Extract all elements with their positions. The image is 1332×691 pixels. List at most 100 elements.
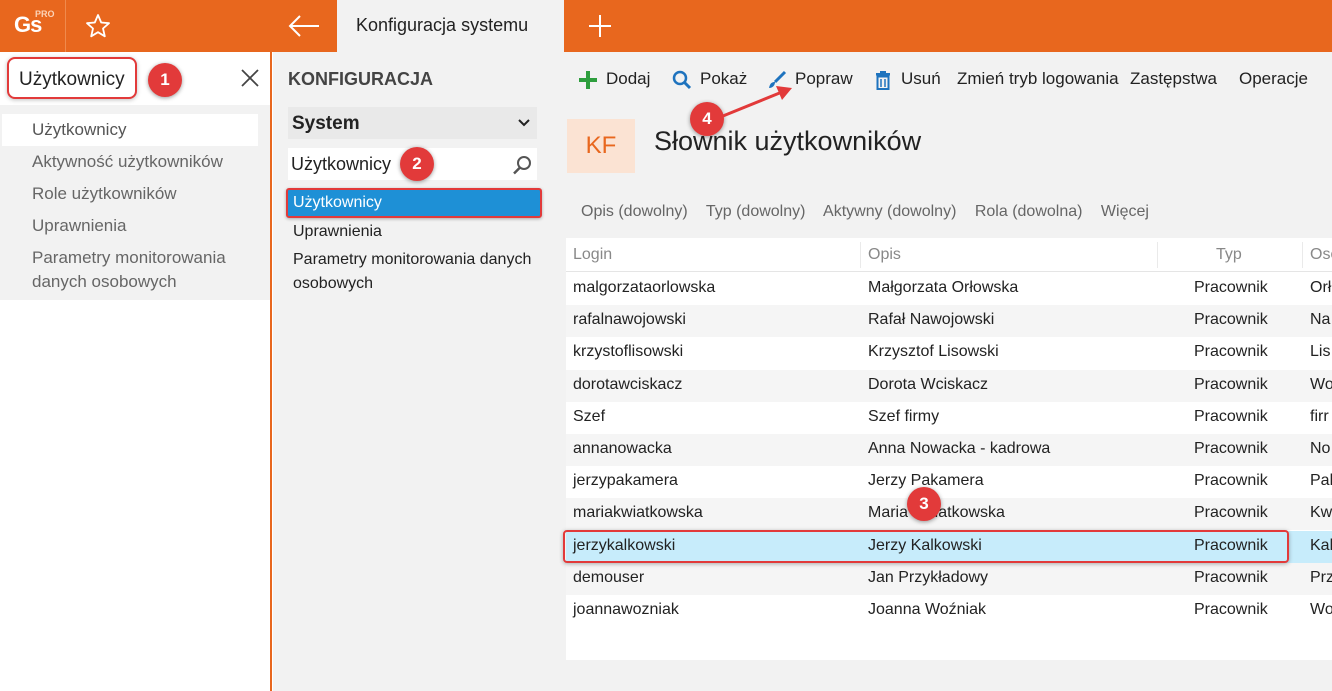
cell-login: krzystoflisowski: [573, 343, 684, 361]
close-icon[interactable]: [240, 68, 260, 88]
table-row[interactable]: dorotawciskacz Dorota Wciskacz Pracownik Wo: [566, 369, 1332, 402]
cell-oso: firr: [1310, 407, 1329, 425]
annotation-arrow-icon: [717, 86, 792, 120]
cell-opis: Krzysztof Lisowski: [868, 343, 999, 361]
cell-typ: Pracownik: [1194, 407, 1268, 425]
cell-login: mariakwiatkowska: [573, 504, 703, 522]
cell-oso: Orł: [1310, 279, 1332, 296]
dictionary-badge: KF: [567, 119, 635, 173]
magnifier-icon: [672, 70, 692, 89]
delete-button[interactable]: Usuń: [873, 66, 941, 92]
left-nav-item-aktywnosc[interactable]: Aktywność użytkowników: [0, 146, 270, 178]
cell-login: joannawozniak: [573, 601, 679, 618]
cell-oso: Na: [1310, 311, 1331, 329]
edit-button-label: Popraw: [795, 69, 853, 88]
annotation-badge-2: 2: [400, 147, 434, 181]
cell-login: Szef: [573, 407, 606, 425]
table-row[interactable]: rafalnawojowski Rafał Nawojowski Pracownik…: [566, 305, 1332, 338]
module-select[interactable]: System: [288, 107, 537, 139]
cell-login: dorotawciskacz: [573, 375, 683, 393]
delete-button-label: Usuń: [901, 69, 941, 88]
cell-oso: Wo: [1310, 375, 1332, 393]
cell-opis: Rafał Nawojowski: [868, 311, 995, 329]
left-nav-item-role[interactable]: Role użytkowników: [0, 178, 270, 210]
left-nav-item-uzytkownicy[interactable]: Użytkownicy: [2, 114, 258, 146]
config-tree-item-uzytkownicy[interactable]: Użytkownicy: [286, 188, 542, 218]
table-empty-area: [566, 660, 1332, 691]
cell-oso: Kw: [1310, 504, 1332, 522]
cell-typ: Pracownik: [1194, 472, 1268, 490]
search-icon[interactable]: [511, 154, 533, 176]
column-header-oso[interactable]: Oso: [1310, 246, 1332, 264]
back-arrow-icon[interactable]: [286, 12, 322, 40]
change-login-mode-button[interactable]: Zmień tryb logowania: [957, 66, 1119, 92]
filter-aktywny[interactable]: Aktywny (dowolny): [823, 203, 956, 220]
column-header-login[interactable]: Login: [573, 246, 612, 264]
new-tab-plus-icon[interactable]: [586, 12, 614, 40]
tab-label: Konfiguracja systemu: [356, 15, 529, 35]
annotation-badge-1: 1: [148, 63, 182, 97]
config-tree-item-parametry[interactable]: Parametry monitorowania danych osobowych: [286, 246, 553, 298]
left-nav-list: Użytkownicy Aktywność użytkowników Role …: [0, 114, 270, 298]
chevron-down-icon: [518, 119, 530, 127]
cell-login: annanowacka: [573, 440, 672, 457]
main-content: Dodaj Pokaż Popraw Usuń Zmień tryb logow…: [553, 52, 1332, 691]
module-select-value: System: [292, 113, 360, 134]
cell-opis: Anna Nowacka - kadrowa: [868, 440, 1051, 457]
left-search-input[interactable]: Użytkownicy: [7, 57, 137, 99]
cell-opis: Joanna Woźniak: [868, 601, 986, 618]
cell-typ: Pracownik: [1194, 311, 1268, 329]
column-separator: [860, 242, 861, 268]
column-separator: [1302, 242, 1303, 268]
left-nav-item-parametry[interactable]: Parametry monitorowania danych osobowych: [0, 242, 270, 298]
column-header-opis[interactable]: Opis: [868, 246, 901, 264]
table-row[interactable]: jerzypakameraJerzy PakameraPracownikPak: [566, 466, 1332, 498]
cell-opis: Małgorzata Orłowska: [868, 279, 1019, 296]
table-row[interactable]: Szef Szef firmy Pracownik firr: [566, 402, 1332, 434]
tab-konfiguracja-systemu[interactable]: Konfiguracja systemu: [337, 0, 564, 52]
left-nav-item-uprawnienia[interactable]: Uprawnienia: [0, 210, 270, 242]
filter-wiecej[interactable]: Więcej: [1101, 203, 1149, 220]
cell-login: demouser: [573, 568, 645, 586]
config-search-value: Użytkownicy: [291, 154, 392, 174]
table-row[interactable]: krzystoflisowski Krzysztof Lisowski Pracow…: [566, 337, 1332, 369]
cell-oso: Pak: [1310, 472, 1332, 490]
cell-typ: Pracownik: [1194, 279, 1268, 296]
cell-oso: Wo: [1310, 601, 1332, 618]
cell-oso: Kal: [1310, 536, 1332, 554]
table-row[interactable]: annanowacka Anna Nowacka - kadrowa Pracown…: [566, 434, 1332, 466]
left-panel-blank: [0, 300, 270, 691]
cell-opis: Jerzy Kalkowski: [868, 536, 982, 554]
substitutions-button[interactable]: Zastępstwa: [1130, 66, 1217, 92]
filter-bar: Opis (dowolny) Typ (dowolny) Aktywny (do…: [581, 203, 1163, 221]
cell-typ: Pracownik: [1194, 601, 1268, 618]
annotation-badge-3: 3: [907, 487, 941, 521]
table-row[interactable]: joannawozniak Joanna Woźniak Pracownik Wo: [566, 595, 1332, 627]
table-row[interactable]: demouser Jan Przykładowy Pracownik Prz: [566, 562, 1332, 595]
cell-oso: Prz: [1310, 568, 1332, 586]
filter-rola[interactable]: Rola (dowolna): [975, 203, 1083, 220]
add-button-label: Dodaj: [606, 69, 651, 88]
cell-typ: Pracownik: [1194, 375, 1268, 393]
cell-login: rafalnawojowski: [573, 311, 686, 329]
app-logo[interactable]: Gs PRO: [0, 0, 66, 52]
table-row[interactable]: mariakwiatkowska Maria Kwiatkowska Pracown…: [566, 498, 1332, 531]
left-navigation-panel: Użytkownicy Użytkownicy Aktywność użytko…: [0, 52, 272, 691]
table-row[interactable]: malgorzataorlowska Małgorzata Orłowska Pra…: [566, 273, 1332, 305]
config-title: KONFIGURACJA: [288, 69, 434, 89]
config-tree-item-uprawnienia[interactable]: Uprawnienia: [286, 218, 553, 246]
logo-pro-text: PRO: [35, 9, 55, 19]
table-row[interactable]: jerzykalkowski Jerzy Kalkowski Pracownik Ka…: [566, 530, 1332, 563]
column-separator: [1157, 242, 1158, 268]
cell-opis: Dorota Wciskacz: [868, 375, 989, 393]
cell-oso: Lis: [1310, 343, 1331, 361]
filter-opis[interactable]: Opis (dowolny): [581, 203, 688, 220]
left-search-area: Użytkownicy: [0, 52, 270, 105]
add-button[interactable]: Dodaj: [578, 66, 650, 92]
filter-typ[interactable]: Typ (dowolny): [706, 203, 806, 220]
star-icon[interactable]: [84, 12, 112, 40]
column-header-typ[interactable]: Typ: [1216, 246, 1242, 264]
top-bar: Gs PRO Konfiguracja systemu: [0, 0, 1332, 52]
cell-login: malgorzataorlowska: [573, 279, 716, 296]
operations-button[interactable]: Operacje: [1239, 66, 1308, 92]
